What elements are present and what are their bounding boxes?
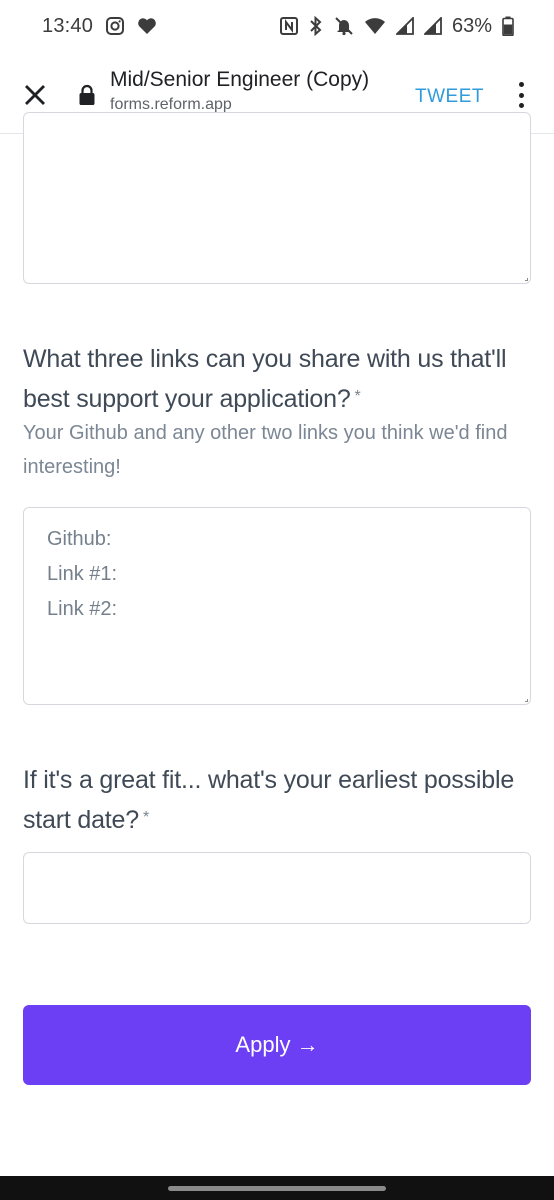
title-block[interactable]: Mid/Senior Engineer (Copy) forms.reform.… <box>110 68 410 114</box>
start-date-question-text: If it's a great fit... what's your earli… <box>23 766 515 834</box>
previous-answer-textarea[interactable] <box>23 112 531 284</box>
more-vert-icon <box>518 82 524 87</box>
status-time: 13:40 <box>42 14 94 37</box>
heart-icon <box>137 17 157 35</box>
resize-handle[interactable] <box>525 278 528 281</box>
signal-icon <box>395 17 414 35</box>
links-helper-text: Your Github and any other two links you … <box>23 422 508 478</box>
page-title: Mid/Senior Engineer (Copy) <box>110 68 370 91</box>
nfc-icon <box>279 17 298 35</box>
placeholder-line: Link #1: <box>47 563 118 585</box>
battery-icon <box>502 16 514 36</box>
instagram-icon <box>105 16 125 36</box>
start-date-question-label: If it's a great fit... what's your earli… <box>23 762 531 839</box>
signal-icon <box>423 17 442 35</box>
battery-percent: 63% <box>451 14 492 37</box>
links-question-text: What three links can you share with us t… <box>23 345 507 413</box>
close-button[interactable] <box>18 78 52 112</box>
required-mark: * <box>354 388 361 405</box>
placeholder-line: Link #2: <box>47 598 118 620</box>
close-icon <box>25 85 45 105</box>
bluetooth-icon <box>308 16 324 36</box>
start-date-input[interactable] <box>23 852 531 924</box>
tweet-button[interactable]: TWEET <box>415 86 484 108</box>
wifi-icon <box>364 17 386 35</box>
more-options-button[interactable] <box>510 80 532 110</box>
resize-handle[interactable] <box>525 699 528 702</box>
links-question-label: What three links can you share with us t… <box>23 341 531 418</box>
links-textarea[interactable]: Github: Link #1: Link #2: <box>23 507 531 705</box>
required-mark: * <box>142 809 149 826</box>
status-bar: 13:40 63% <box>0 0 554 52</box>
apply-button[interactable]: Apply → <box>23 1005 531 1085</box>
mute-icon <box>334 16 354 36</box>
home-gesture-handle[interactable] <box>168 1186 386 1191</box>
lock-icon <box>78 84 96 111</box>
placeholder-line: Github: <box>47 528 112 550</box>
navigation-bar <box>0 1176 554 1200</box>
